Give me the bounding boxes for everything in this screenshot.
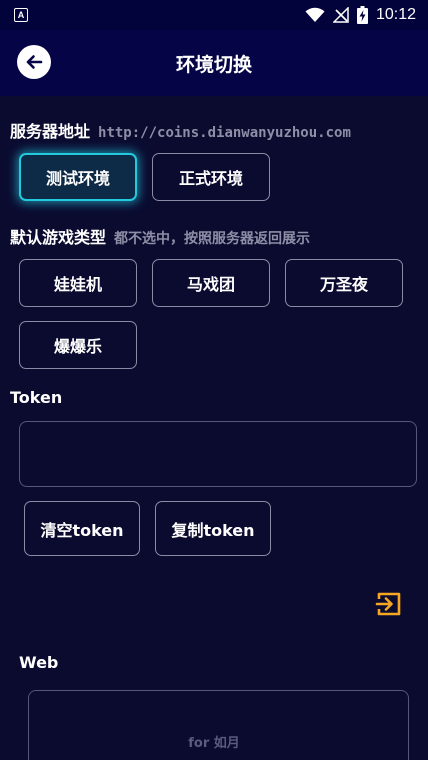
game-burst-button[interactable]: 爆爆乐 [19, 321, 137, 369]
clear-token-button[interactable]: 清空token [24, 501, 140, 556]
export-icon[interactable] [375, 590, 403, 618]
copy-token-button[interactable]: 复制token [155, 501, 271, 556]
footer-text: for 如月 [188, 736, 240, 751]
token-input[interactable] [19, 421, 417, 487]
server-section: 服务器地址 http://coins.dianwanyuzhou.com [10, 118, 351, 142]
app-notification-icon: A [14, 8, 28, 22]
game-circus-button[interactable]: 马戏团 [152, 259, 270, 307]
game-type-hint: 都不选中，按照服务器返回展示 [114, 231, 311, 247]
token-label: Token [10, 388, 63, 407]
server-url: http://coins.dianwanyuzhou.com [98, 125, 351, 141]
game-type-section: 默认游戏类型 都不选中，按照服务器返回展示 [10, 224, 310, 248]
web-label: Web [19, 653, 59, 672]
env-test-button[interactable]: 测试环境 [19, 153, 137, 201]
battery-charging-icon [356, 6, 368, 24]
wifi-icon [305, 7, 325, 22]
no-signal-icon [332, 7, 349, 23]
server-label: 服务器地址 [10, 122, 91, 141]
page-title: 环境切换 [175, 54, 252, 76]
game-halloween-button[interactable]: 万圣夜 [285, 259, 403, 307]
status-time: 10:12 [375, 6, 416, 23]
app-bar: 环境切换 [0, 30, 428, 96]
game-claw-machine-button[interactable]: 娃娃机 [19, 259, 137, 307]
env-production-button[interactable]: 正式环境 [152, 153, 270, 201]
game-type-label: 默认游戏类型 [10, 228, 107, 247]
status-bar: A 10:12 [0, 0, 428, 30]
